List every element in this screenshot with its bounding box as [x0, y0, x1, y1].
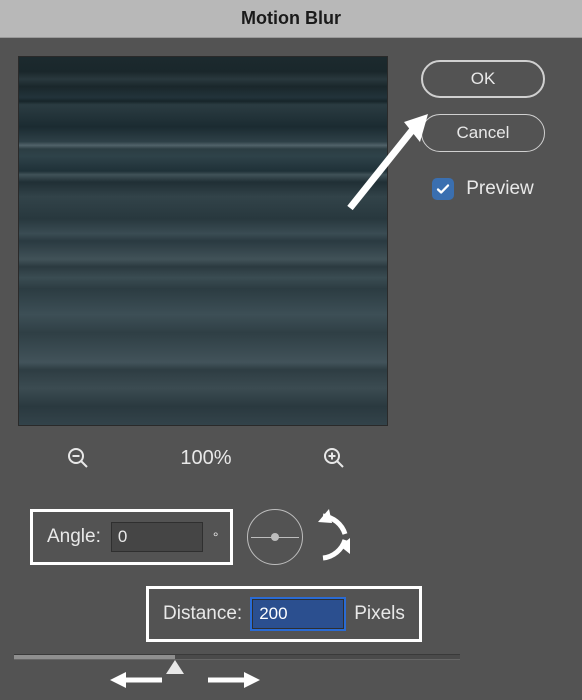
- distance-slider[interactable]: [14, 654, 460, 660]
- dialog-titlebar: Motion Blur: [0, 0, 582, 38]
- angle-dial[interactable]: [247, 509, 303, 565]
- distance-slider-fill: [14, 655, 175, 659]
- angle-input[interactable]: [111, 522, 203, 552]
- zoom-in-button[interactable]: [322, 446, 346, 470]
- annotation-arrow-left-icon: [110, 668, 166, 692]
- preview-checkbox[interactable]: [432, 178, 454, 200]
- cancel-button[interactable]: Cancel: [421, 114, 545, 152]
- preview-label: Preview: [466, 178, 534, 200]
- filter-preview-canvas[interactable]: [18, 56, 388, 426]
- distance-slider-thumb[interactable]: [166, 660, 184, 674]
- zoom-in-icon: [322, 446, 346, 470]
- angle-unit: °: [213, 529, 219, 545]
- distance-input[interactable]: [252, 599, 344, 629]
- zoom-out-icon: [66, 446, 90, 470]
- angle-rotate-arrows-icon: [317, 504, 353, 570]
- ok-button[interactable]: OK: [421, 60, 545, 98]
- distance-highlight-annotation: Distance: Pixels: [146, 586, 422, 642]
- angle-label: Angle:: [47, 526, 101, 548]
- angle-highlight-annotation: Angle: °: [30, 509, 233, 565]
- zoom-level-label: 100%: [180, 447, 231, 470]
- distance-label: Distance:: [163, 603, 242, 625]
- distance-unit: Pixels: [354, 603, 405, 625]
- check-icon: [435, 181, 451, 197]
- angle-dial-center: [271, 533, 279, 541]
- zoom-out-button[interactable]: [66, 446, 90, 470]
- dialog-title: Motion Blur: [241, 8, 341, 29]
- annotation-arrow-right-icon: [204, 668, 260, 692]
